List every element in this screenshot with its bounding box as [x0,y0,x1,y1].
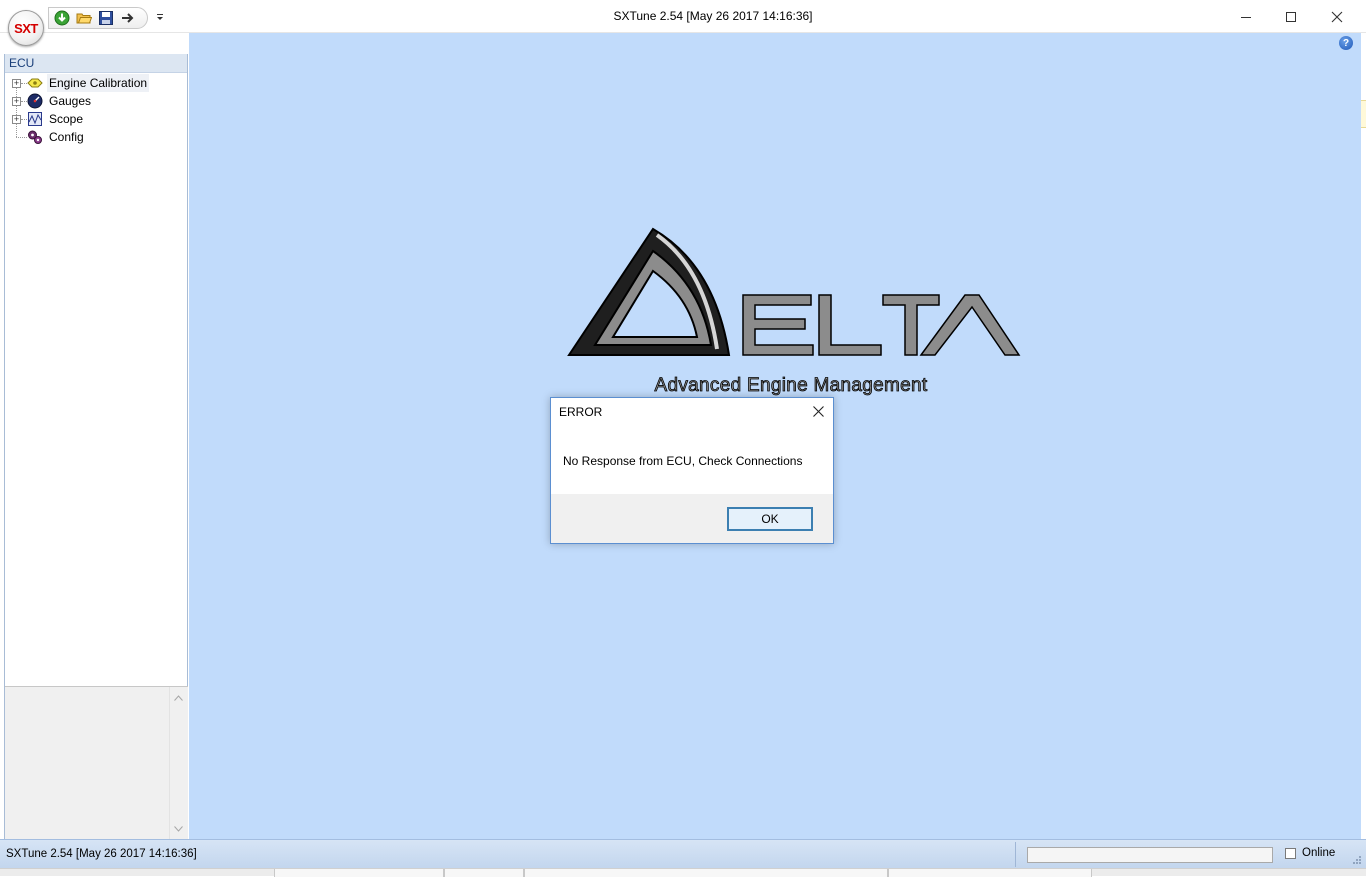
ok-button[interactable]: OK [727,507,813,531]
online-label[interactable]: Online [1302,847,1335,859]
right-edge-strip [1361,33,1366,839]
maximize-icon[interactable] [1268,0,1314,33]
config-gears-icon [27,129,43,145]
online-checkbox[interactable] [1285,848,1296,859]
dialog-title: ERROR [559,405,603,419]
tree-item-label: Config [49,130,84,144]
ecu-tree: + Engine Calibration + Gauges + Scope Co… [5,73,187,146]
resize-grip-icon[interactable] [1352,855,1362,865]
window-title: SXTune 2.54 [May 26 2017 14:16:36] [613,9,813,23]
status-text: SXTune 2.54 [May 26 2017 14:16:36] [6,848,197,860]
status-bar: SXTune 2.54 [May 26 2017 14:16:36] Onlin… [0,839,1366,868]
tree-item-engine-calibration[interactable]: + Engine Calibration [5,74,187,92]
scope-icon [27,111,43,127]
vertical-scrollbar[interactable] [169,687,186,839]
app-orb-button[interactable]: SXT [8,10,44,46]
dialog-footer: OK [551,494,833,543]
expand-icon[interactable]: + [12,97,21,106]
dialog-close-icon[interactable] [809,402,827,420]
tree-item-scope[interactable]: + Scope [5,110,187,128]
scroll-up-icon[interactable] [170,689,187,706]
tree-item-label: Engine Calibration [47,74,150,92]
expand-icon[interactable]: + [12,79,21,88]
right-edge-marker [1361,100,1366,128]
expand-icon[interactable]: + [12,115,21,124]
logo-tagline: Advanced Engine Management [655,375,928,396]
title-bar: SXT SXTune 2.54 [May 26 2017 14:16:36] [0,0,1366,46]
progress-bar [1027,847,1273,863]
taskbar-strip [0,868,1366,877]
tree-item-label: Scope [49,112,84,126]
tree-item-gauges[interactable]: + Gauges [5,92,187,110]
app-window: SXT SXTune 2.54 [May 26 2017 14:16:36] E… [0,0,1366,877]
properties-panel [5,686,188,839]
engine-calibration-icon [27,75,43,91]
scroll-down-icon[interactable] [170,820,187,837]
help-icon[interactable]: ? [1339,36,1353,50]
ecu-tree-header: ECU [5,54,187,73]
status-divider [1015,842,1016,867]
tree-item-label: Gauges [49,94,92,108]
close-icon[interactable] [1314,0,1360,33]
delta-logo: Advanced Engine Management [567,227,1021,396]
gauge-icon [27,93,43,109]
error-dialog: ERROR No Response from ECU, Check Connec… [550,397,834,544]
ecu-tree-panel: ECU + Engine Calibration + Gauges + Scop… [4,54,188,839]
tree-item-config[interactable]: Config [5,128,187,146]
minimize-icon[interactable] [1223,0,1269,33]
dialog-message: No Response from ECU, Check Connections [563,454,803,468]
app-orb-label: SXT [14,20,38,36]
